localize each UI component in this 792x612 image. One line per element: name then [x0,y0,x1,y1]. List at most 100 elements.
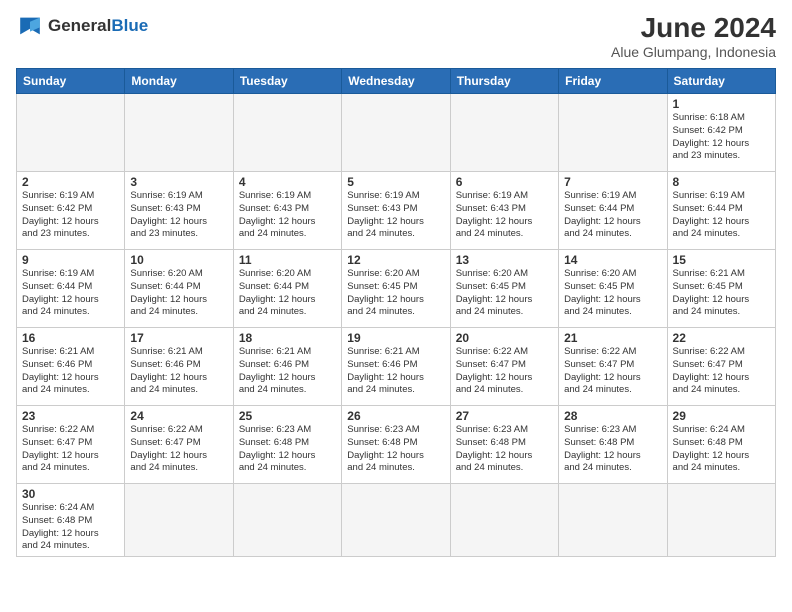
day-info: Sunrise: 6:22 AM Sunset: 6:47 PM Dayligh… [22,424,119,475]
day-number: 7 [564,175,661,189]
logo: GeneralBlue [16,12,148,40]
col-saturday: Saturday [667,69,775,94]
col-wednesday: Wednesday [342,69,450,94]
calendar-cell [342,484,450,557]
day-number: 12 [347,253,444,267]
day-info: Sunrise: 6:18 AM Sunset: 6:42 PM Dayligh… [673,112,770,163]
calendar-cell: 7Sunrise: 6:19 AM Sunset: 6:44 PM Daylig… [559,172,667,250]
calendar-cell [559,94,667,172]
day-number: 19 [347,331,444,345]
calendar-cell: 10Sunrise: 6:20 AM Sunset: 6:44 PM Dayli… [125,250,233,328]
calendar-cell [125,94,233,172]
calendar-cell: 23Sunrise: 6:22 AM Sunset: 6:47 PM Dayli… [17,406,125,484]
calendar-week-row: 16Sunrise: 6:21 AM Sunset: 6:46 PM Dayli… [17,328,776,406]
day-number: 15 [673,253,770,267]
day-number: 10 [130,253,227,267]
calendar-cell [342,94,450,172]
calendar-cell: 28Sunrise: 6:23 AM Sunset: 6:48 PM Dayli… [559,406,667,484]
day-number: 30 [22,487,119,501]
day-info: Sunrise: 6:24 AM Sunset: 6:48 PM Dayligh… [22,502,119,553]
calendar-week-row: 9Sunrise: 6:19 AM Sunset: 6:44 PM Daylig… [17,250,776,328]
calendar-cell: 19Sunrise: 6:21 AM Sunset: 6:46 PM Dayli… [342,328,450,406]
day-number: 1 [673,97,770,111]
calendar-cell: 25Sunrise: 6:23 AM Sunset: 6:48 PM Dayli… [233,406,341,484]
day-number: 2 [22,175,119,189]
calendar-cell: 18Sunrise: 6:21 AM Sunset: 6:46 PM Dayli… [233,328,341,406]
day-number: 14 [564,253,661,267]
calendar-cell [450,94,558,172]
calendar-cell: 26Sunrise: 6:23 AM Sunset: 6:48 PM Dayli… [342,406,450,484]
day-info: Sunrise: 6:19 AM Sunset: 6:43 PM Dayligh… [456,190,553,241]
calendar-cell: 15Sunrise: 6:21 AM Sunset: 6:45 PM Dayli… [667,250,775,328]
day-number: 27 [456,409,553,423]
title-block: June 2024 Alue Glumpang, Indonesia [611,12,776,60]
calendar-week-row: 23Sunrise: 6:22 AM Sunset: 6:47 PM Dayli… [17,406,776,484]
day-info: Sunrise: 6:19 AM Sunset: 6:43 PM Dayligh… [239,190,336,241]
day-info: Sunrise: 6:23 AM Sunset: 6:48 PM Dayligh… [347,424,444,475]
calendar-cell: 24Sunrise: 6:22 AM Sunset: 6:47 PM Dayli… [125,406,233,484]
logo-text: GeneralBlue [48,16,148,36]
calendar-cell: 14Sunrise: 6:20 AM Sunset: 6:45 PM Dayli… [559,250,667,328]
day-number: 5 [347,175,444,189]
day-number: 16 [22,331,119,345]
calendar-cell: 8Sunrise: 6:19 AM Sunset: 6:44 PM Daylig… [667,172,775,250]
header: GeneralBlue June 2024 Alue Glumpang, Ind… [16,12,776,60]
calendar-cell [125,484,233,557]
col-monday: Monday [125,69,233,94]
day-info: Sunrise: 6:21 AM Sunset: 6:46 PM Dayligh… [22,346,119,397]
day-info: Sunrise: 6:19 AM Sunset: 6:44 PM Dayligh… [673,190,770,241]
day-info: Sunrise: 6:23 AM Sunset: 6:48 PM Dayligh… [239,424,336,475]
calendar-cell: 27Sunrise: 6:23 AM Sunset: 6:48 PM Dayli… [450,406,558,484]
day-number: 3 [130,175,227,189]
day-info: Sunrise: 6:19 AM Sunset: 6:44 PM Dayligh… [22,268,119,319]
calendar-cell: 12Sunrise: 6:20 AM Sunset: 6:45 PM Dayli… [342,250,450,328]
calendar-cell [559,484,667,557]
day-info: Sunrise: 6:19 AM Sunset: 6:43 PM Dayligh… [347,190,444,241]
day-number: 22 [673,331,770,345]
day-number: 20 [456,331,553,345]
day-number: 29 [673,409,770,423]
day-number: 25 [239,409,336,423]
calendar-cell: 5Sunrise: 6:19 AM Sunset: 6:43 PM Daylig… [342,172,450,250]
day-info: Sunrise: 6:22 AM Sunset: 6:47 PM Dayligh… [673,346,770,397]
day-number: 23 [22,409,119,423]
day-info: Sunrise: 6:22 AM Sunset: 6:47 PM Dayligh… [564,346,661,397]
calendar-week-row: 2Sunrise: 6:19 AM Sunset: 6:42 PM Daylig… [17,172,776,250]
day-info: Sunrise: 6:24 AM Sunset: 6:48 PM Dayligh… [673,424,770,475]
day-number: 26 [347,409,444,423]
calendar-cell [17,94,125,172]
day-number: 17 [130,331,227,345]
day-info: Sunrise: 6:20 AM Sunset: 6:45 PM Dayligh… [564,268,661,319]
calendar-cell: 30Sunrise: 6:24 AM Sunset: 6:48 PM Dayli… [17,484,125,557]
day-info: Sunrise: 6:19 AM Sunset: 6:42 PM Dayligh… [22,190,119,241]
calendar-week-row: 30Sunrise: 6:24 AM Sunset: 6:48 PM Dayli… [17,484,776,557]
calendar-cell [233,94,341,172]
month-title: June 2024 [611,12,776,44]
calendar-cell: 22Sunrise: 6:22 AM Sunset: 6:47 PM Dayli… [667,328,775,406]
calendar-cell: 29Sunrise: 6:24 AM Sunset: 6:48 PM Dayli… [667,406,775,484]
calendar-cell [667,484,775,557]
day-info: Sunrise: 6:21 AM Sunset: 6:46 PM Dayligh… [347,346,444,397]
day-info: Sunrise: 6:20 AM Sunset: 6:45 PM Dayligh… [347,268,444,319]
calendar-cell: 16Sunrise: 6:21 AM Sunset: 6:46 PM Dayli… [17,328,125,406]
day-info: Sunrise: 6:19 AM Sunset: 6:43 PM Dayligh… [130,190,227,241]
calendar-cell: 9Sunrise: 6:19 AM Sunset: 6:44 PM Daylig… [17,250,125,328]
day-info: Sunrise: 6:20 AM Sunset: 6:44 PM Dayligh… [130,268,227,319]
col-thursday: Thursday [450,69,558,94]
day-info: Sunrise: 6:22 AM Sunset: 6:47 PM Dayligh… [456,346,553,397]
calendar-week-row: 1Sunrise: 6:18 AM Sunset: 6:42 PM Daylig… [17,94,776,172]
calendar-cell [450,484,558,557]
col-friday: Friday [559,69,667,94]
calendar-cell: 20Sunrise: 6:22 AM Sunset: 6:47 PM Dayli… [450,328,558,406]
day-info: Sunrise: 6:21 AM Sunset: 6:45 PM Dayligh… [673,268,770,319]
day-info: Sunrise: 6:21 AM Sunset: 6:46 PM Dayligh… [130,346,227,397]
calendar-cell: 13Sunrise: 6:20 AM Sunset: 6:45 PM Dayli… [450,250,558,328]
calendar-cell: 4Sunrise: 6:19 AM Sunset: 6:43 PM Daylig… [233,172,341,250]
location-title: Alue Glumpang, Indonesia [611,44,776,60]
day-number: 8 [673,175,770,189]
day-info: Sunrise: 6:23 AM Sunset: 6:48 PM Dayligh… [456,424,553,475]
day-info: Sunrise: 6:20 AM Sunset: 6:44 PM Dayligh… [239,268,336,319]
day-number: 18 [239,331,336,345]
calendar-cell: 2Sunrise: 6:19 AM Sunset: 6:42 PM Daylig… [17,172,125,250]
day-info: Sunrise: 6:23 AM Sunset: 6:48 PM Dayligh… [564,424,661,475]
